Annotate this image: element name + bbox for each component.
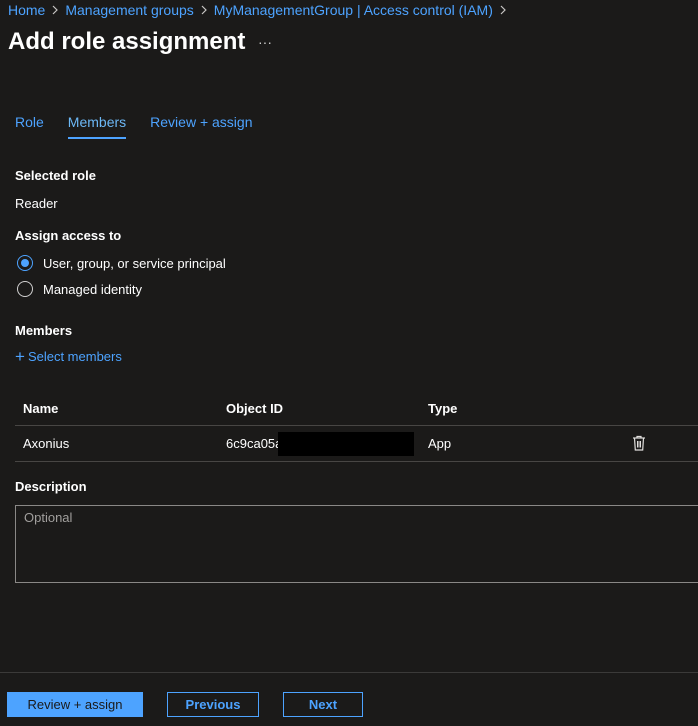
assign-access-label: Assign access to [15,228,122,243]
member-object-id: 6c9ca05a [226,436,283,451]
page-title: Add role assignment [8,28,246,55]
wizard-tabs: Role Members Review + assign [15,113,276,139]
redaction-block [278,432,414,456]
radio-managed-identity[interactable]: Managed identity [17,281,142,297]
chevron-right-icon [201,5,207,15]
breadcrumb-management-groups[interactable]: Management groups [65,2,193,18]
description-label: Description [15,479,87,494]
selected-role-label: Selected role [15,168,96,183]
breadcrumb-home[interactable]: Home [8,2,45,18]
selected-role-value: Reader [15,196,58,211]
member-name: Axonius [23,436,70,451]
radio-button-unchecked[interactable] [17,281,33,297]
members-label: Members [15,323,73,338]
radio-label: User, group, or service principal [43,255,226,271]
previous-button[interactable]: Previous [167,692,259,717]
table-header-row: Name Object ID Type [15,395,698,426]
column-header-object-id[interactable]: Object ID [226,395,283,423]
radio-label: Managed identity [43,281,143,297]
footer-divider [0,672,698,673]
review-assign-button[interactable]: Review + assign [7,692,143,717]
chevron-right-icon [500,5,506,15]
tab-review-assign[interactable]: Review + assign [150,113,252,139]
breadcrumb-access-control[interactable]: MyManagementGroup | Access control (IAM) [214,2,493,18]
member-type: App [428,436,452,451]
column-header-type[interactable]: Type [428,395,457,423]
next-button[interactable]: Next [283,692,363,717]
tab-members[interactable]: Members [67,113,127,139]
chevron-right-icon [52,5,59,15]
select-members-link[interactable]: + Select members [15,347,122,366]
more-options-button[interactable]: ··· [256,31,274,53]
table-row: Axonius 6c9ca05a App [15,426,698,462]
tab-role[interactable]: Role [15,113,44,139]
select-members-label: Select members [27,349,122,364]
members-table: Name Object ID Type Axonius 6c9ca05a App [15,395,698,462]
plus-icon: + [15,347,25,366]
trash-icon[interactable] [632,435,646,453]
radio-button-checked[interactable] [17,255,33,271]
radio-user-group-service-principal[interactable]: User, group, or service principal [17,255,226,271]
column-header-name[interactable]: Name [23,395,58,423]
breadcrumb: Home Management groups MyManagementGroup… [8,1,513,19]
description-textarea[interactable] [15,505,698,583]
